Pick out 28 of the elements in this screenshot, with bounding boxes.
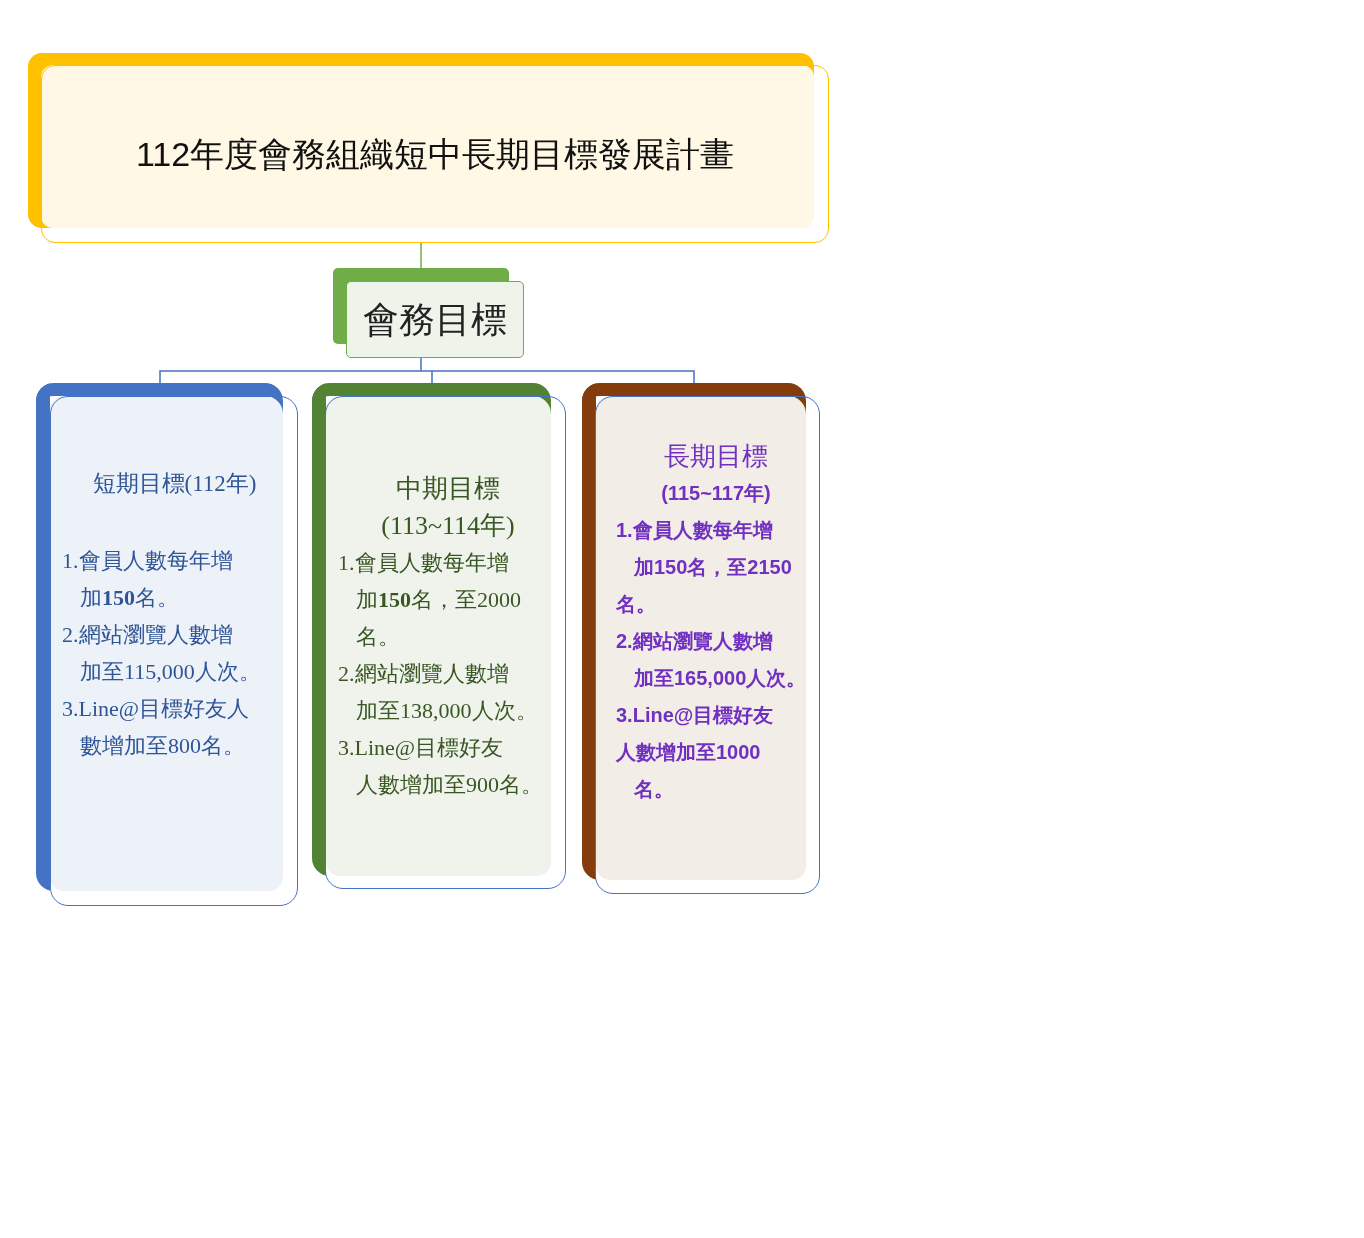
- node-heading: 短期目標(112年): [92, 470, 257, 498]
- goal-text: 1.會員人數每年增: [338, 549, 510, 577]
- node-heading: (115~117年): [661, 481, 771, 506]
- goal-text: 2.網站瀏覽人數增: [616, 629, 774, 654]
- goal-text: 數增加至800名。: [79, 732, 246, 760]
- goal-text: 名。: [633, 777, 675, 802]
- goal-text: 人數增加至900名。: [355, 771, 544, 799]
- node-heading: 長期目標: [664, 440, 768, 473]
- goal-text: 加150名，至2150: [633, 555, 793, 580]
- goal-text: 2.網站瀏覽人數增: [338, 660, 510, 688]
- goal-text: 名。: [616, 592, 657, 617]
- chart-title: 112年度會務組織短中長期目標發展計畫: [135, 133, 735, 175]
- goal-text: 加至138,000人次。: [355, 697, 539, 725]
- goal-text: 加150名，至2000: [355, 586, 522, 614]
- goal-text: 1.會員人數每年增: [616, 518, 774, 543]
- goal-text: 3.Line@目標好友: [338, 734, 505, 762]
- goal-text: 1.會員人數每年增: [62, 547, 234, 575]
- node-label: 會務目標: [363, 297, 507, 342]
- goal-text: 3.Line@目標好友人: [62, 695, 251, 723]
- goal-text: 3.Line@目標好友: [616, 703, 775, 728]
- goal-text: 人數增加至1000: [616, 740, 762, 765]
- goal-text: 加至115,000人次。: [79, 658, 262, 686]
- node-heading: 中期目標: [396, 473, 500, 505]
- goal-text: 加至165,000人次。: [633, 666, 808, 691]
- goal-text: 2.網站瀏覽人數增: [62, 621, 234, 649]
- goal-text: 名。: [355, 623, 401, 651]
- node-heading: (113~114年): [381, 510, 515, 542]
- goal-text: 加150名。: [79, 584, 180, 612]
